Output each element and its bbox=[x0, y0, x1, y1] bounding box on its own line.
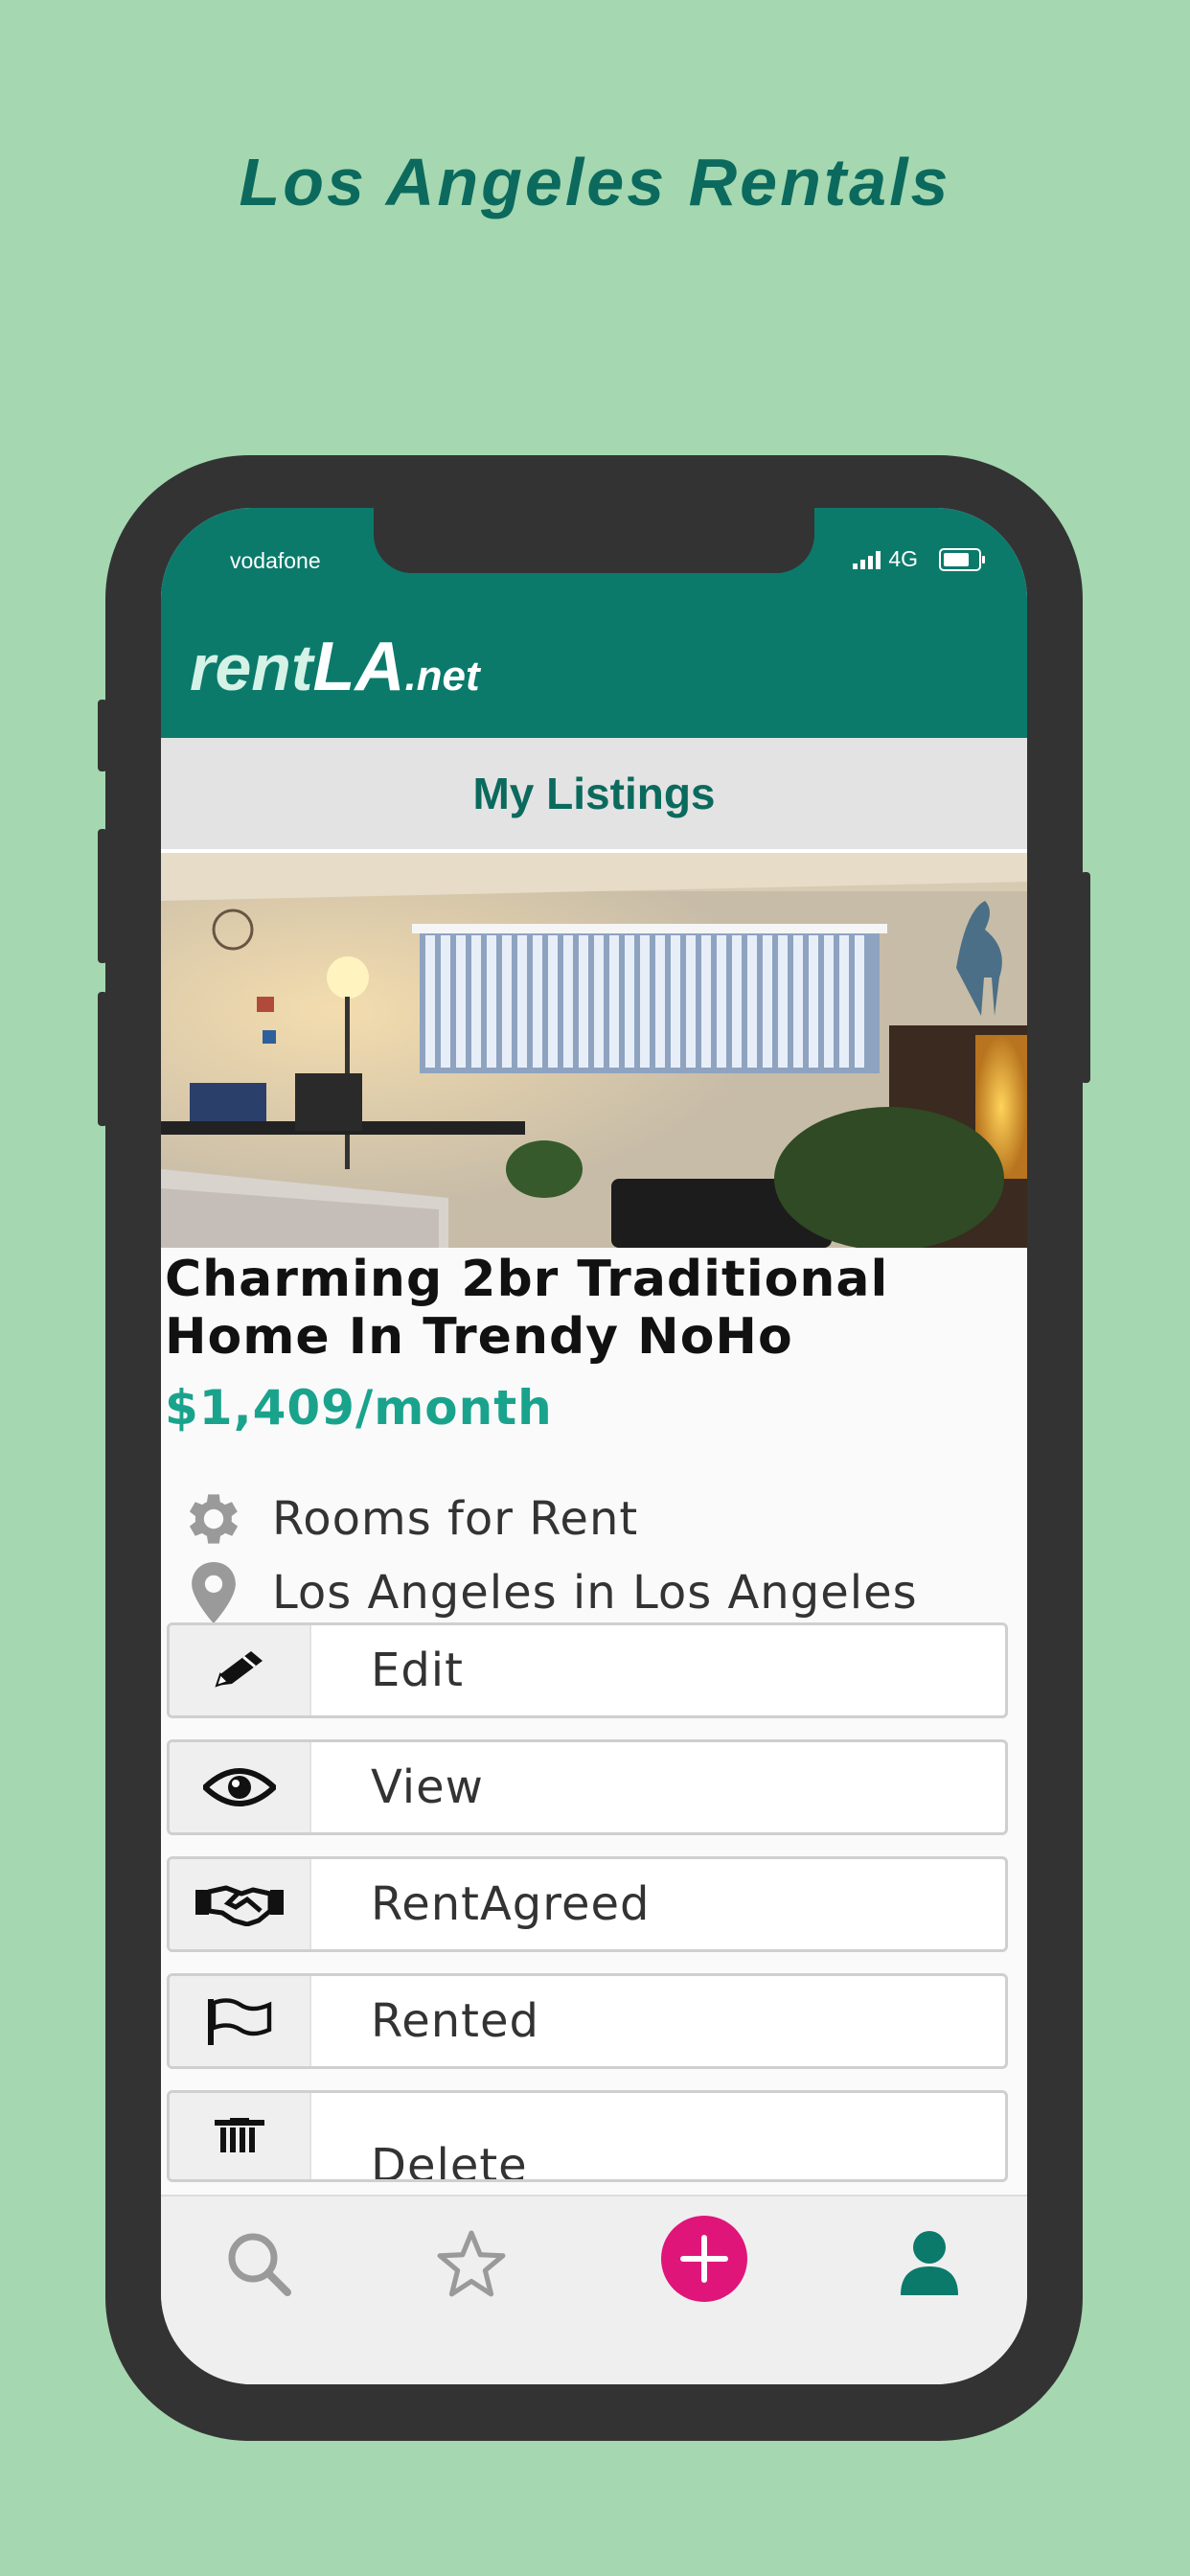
rent-agreed-button[interactable]: RentAgreed bbox=[167, 1856, 1008, 1952]
volume-down-button bbox=[98, 992, 107, 1126]
profile-icon[interactable] bbox=[891, 2225, 968, 2302]
delete-label: Delete bbox=[371, 2139, 528, 2182]
handshake-icon bbox=[170, 1859, 311, 1949]
edit-label: Edit bbox=[371, 1644, 464, 1697]
listing-photo[interactable] bbox=[161, 853, 1027, 1248]
delete-button[interactable]: Delete bbox=[167, 2090, 1008, 2182]
gear-icon bbox=[161, 1485, 266, 1552]
add-icon bbox=[680, 2235, 728, 2283]
status-bar: vodafone 4G bbox=[161, 508, 1027, 609]
mute-switch bbox=[98, 700, 107, 771]
power-button bbox=[1081, 872, 1090, 1083]
volume-up-button bbox=[98, 829, 107, 963]
phone-frame: vodafone 4G rentLA.net My Listings Charm… bbox=[98, 455, 1090, 2441]
map-pin-icon bbox=[161, 1562, 266, 1623]
notch bbox=[374, 508, 814, 573]
flag-icon bbox=[170, 1976, 311, 2066]
signal-icon bbox=[853, 550, 881, 569]
location-label: Los Angeles in Los Angeles bbox=[272, 1566, 918, 1620]
logo-part-la: LA bbox=[312, 629, 405, 705]
bottom-tab-bar bbox=[161, 2195, 1027, 2384]
page-header: My Listings bbox=[161, 738, 1027, 853]
star-icon[interactable] bbox=[433, 2225, 510, 2302]
logo-part-net: .net bbox=[404, 653, 480, 700]
status-indicators: 4G bbox=[853, 546, 985, 572]
eye-icon bbox=[170, 1742, 311, 1832]
app-logo[interactable]: rentLA.net bbox=[190, 628, 480, 706]
rented-label: Rented bbox=[371, 1994, 539, 2048]
listing-title[interactable]: Charming 2br Traditional Home In Trendy … bbox=[165, 1251, 1018, 1366]
pencil-icon bbox=[170, 1625, 311, 1715]
add-listing-button[interactable] bbox=[661, 2216, 747, 2302]
search-icon[interactable] bbox=[220, 2225, 297, 2302]
trash-icon bbox=[170, 2093, 311, 2179]
location-row: Los Angeles in Los Angeles bbox=[161, 1559, 1027, 1626]
battery-icon bbox=[939, 547, 985, 571]
logo-part-rent: rent bbox=[190, 632, 313, 704]
rent-agreed-label: RentAgreed bbox=[371, 1877, 651, 1931]
view-button[interactable]: View bbox=[167, 1739, 1008, 1835]
rented-button[interactable]: Rented bbox=[167, 1973, 1008, 2069]
listing-price: $1,409/month bbox=[165, 1380, 553, 1436]
category-row: Rooms for Rent bbox=[161, 1485, 1027, 1552]
category-label: Rooms for Rent bbox=[272, 1492, 639, 1546]
page-title: My Listings bbox=[472, 769, 716, 818]
app-screen: vodafone 4G rentLA.net My Listings Charm… bbox=[161, 508, 1027, 2384]
promo-title: Los Angeles Rentals bbox=[239, 145, 951, 219]
app-bar: rentLA.net bbox=[161, 609, 1027, 738]
view-label: View bbox=[371, 1760, 484, 1814]
edit-button[interactable]: Edit bbox=[167, 1622, 1008, 1718]
network-label: 4G bbox=[888, 546, 918, 571]
carrier-label: vodafone bbox=[230, 548, 321, 573]
room-photo-image bbox=[161, 853, 1027, 1248]
